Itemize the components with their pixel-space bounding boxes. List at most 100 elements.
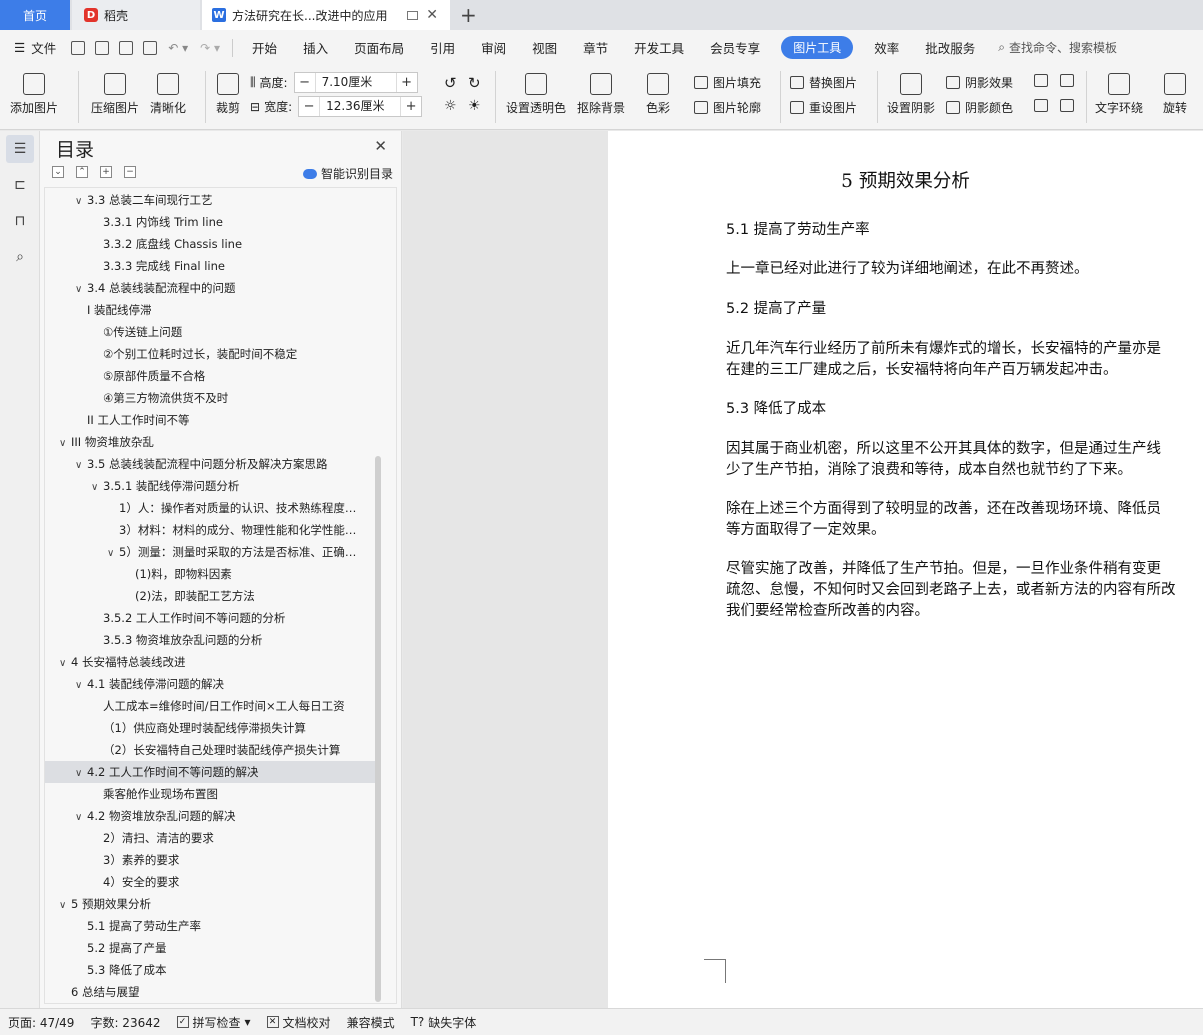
page-count[interactable]: 页面: 47/49: [0, 1014, 82, 1031]
menu-item-grading[interactable]: 批改服务: [912, 38, 988, 57]
chevron-down-icon[interactable]: ∨: [75, 763, 87, 783]
toc-item[interactable]: 2）清扫、清洁的要求: [45, 827, 381, 849]
close-tab-icon[interactable]: ✕: [426, 7, 438, 23]
tab-document[interactable]: W 方法研究在长...改进中的应用 ✕: [202, 0, 450, 30]
height-increase-button[interactable]: +: [397, 75, 417, 90]
file-menu[interactable]: ☰ 文件: [0, 38, 66, 57]
word-count[interactable]: 字数: 23642: [82, 1014, 168, 1031]
reset-image-button[interactable]: 重设图片: [790, 99, 857, 116]
save-icon[interactable]: [71, 40, 86, 55]
toc-item[interactable]: (1)料，即物料因素: [45, 563, 381, 585]
toc-item[interactable]: 1）人：操作者对质量的认识、技术熟练程度…: [45, 497, 381, 519]
toc-item[interactable]: ∨ 5）测量：测量时采取的方法是否标准、正确…: [45, 541, 381, 563]
menu-item-review[interactable]: 审阅: [468, 38, 519, 57]
toc-item[interactable]: 3）素养的要求: [45, 849, 381, 871]
compress-image-button[interactable]: 压缩图片: [91, 73, 139, 116]
toc-item[interactable]: 3.5.3 物资堆放杂乱问题的分析: [45, 629, 381, 651]
shadow-color-button[interactable]: 阴影颜色: [946, 99, 1013, 116]
missing-font-button[interactable]: T? 缺失字体: [403, 1014, 485, 1031]
height-decrease-button[interactable]: −: [295, 75, 315, 90]
toc-item[interactable]: (2)法，即装配工艺方法: [45, 585, 381, 607]
toc-item[interactable]: 3）材料：材料的成分、物理性能和化学性能…: [45, 519, 381, 541]
toc-item[interactable]: ∨ 4 长安福特总装线改进: [45, 651, 381, 673]
toc-item[interactable]: ∨ 5 预期效果分析: [45, 893, 381, 915]
chevron-down-icon[interactable]: ∨: [75, 191, 87, 211]
smart-toc-button[interactable]: 智能识别目录: [302, 165, 393, 182]
contrast-button[interactable]: ☀: [468, 98, 481, 114]
toc-item[interactable]: 4）安全的要求: [45, 871, 381, 893]
height-value[interactable]: 7.10厘米: [314, 73, 397, 92]
width-field[interactable]: −12.36厘米 +: [298, 96, 423, 117]
window-mode-icon[interactable]: [407, 10, 418, 20]
new-tab-button[interactable]: +: [460, 3, 477, 27]
set-transparent-button[interactable]: 设置透明色: [506, 73, 566, 116]
toc-item[interactable]: ∨ 4.2 物资堆放杂乱问题的解决: [45, 805, 381, 827]
height-field[interactable]: −7.10厘米 +: [293, 72, 418, 93]
text-wrap-button[interactable]: 文字环绕: [1095, 73, 1143, 116]
collapse-all-icon[interactable]: ⌄: [52, 166, 64, 178]
shadow-up-button[interactable]: [1034, 74, 1048, 87]
spell-check-button[interactable]: ✓ 拼写检查 ▾: [169, 1014, 259, 1031]
chevron-down-icon[interactable]: ∨: [75, 455, 87, 475]
rotate-button[interactable]: 旋转: [1163, 73, 1187, 116]
shadow-left-button[interactable]: [1034, 99, 1048, 112]
width-increase-button[interactable]: +: [401, 99, 421, 114]
toc-item[interactable]: II 工人工作时间不等: [45, 409, 381, 431]
chevron-down-icon[interactable]: ∨: [75, 675, 87, 695]
menu-item-reference[interactable]: 引用: [417, 38, 468, 57]
toc-item[interactable]: 5.2 提高了产量: [45, 937, 381, 959]
toc-scrollbar[interactable]: [375, 456, 381, 1002]
expand-up-icon[interactable]: ⌃: [76, 166, 88, 178]
find-icon[interactable]: ⌕: [10, 247, 30, 267]
print-icon[interactable]: [119, 40, 134, 55]
navigation-icon[interactable]: ⊏: [10, 175, 30, 195]
toc-item[interactable]: ∨ 4.2 工人工作时间不等问题的解决: [45, 761, 381, 783]
tab-daoke[interactable]: D 稻壳: [72, 0, 200, 30]
menu-item-developer[interactable]: 开发工具: [621, 38, 697, 57]
toc-item[interactable]: ∨ 3.5 总装线装配流程中问题分析及解决方案思路: [45, 453, 381, 475]
remove-background-button[interactable]: 抠除背景: [577, 73, 625, 116]
toc-item[interactable]: ∨ 3.5.1 装配线停滞问题分析: [45, 475, 381, 497]
preview-icon[interactable]: [143, 40, 158, 55]
brightness-button[interactable]: ☼: [444, 98, 457, 114]
toc-item[interactable]: I 装配线停滞: [45, 299, 381, 321]
image-fill-button[interactable]: 图片填充: [694, 74, 761, 91]
image-outline-button[interactable]: 图片轮廓: [694, 99, 761, 116]
toc-item[interactable]: 6 总结与展望: [45, 981, 381, 1003]
command-search[interactable]: ⌕ 查找命令、搜索模板: [988, 39, 1117, 56]
sharpen-button[interactable]: 清晰化: [150, 73, 186, 116]
toc-item[interactable]: 5.1 提高了劳动生产率: [45, 915, 381, 937]
replace-image-button[interactable]: 替换图片: [790, 74, 857, 91]
width-value[interactable]: 12.36厘米: [319, 97, 402, 116]
set-shadow-button[interactable]: 设置阴影: [887, 73, 935, 116]
proofread-button[interactable]: ✕ 文档校对: [259, 1014, 339, 1031]
redo-icon[interactable]: ↷ ▾: [200, 41, 220, 55]
chevron-down-icon[interactable]: ∨: [59, 895, 71, 915]
toc-item[interactable]: ∨ III 物资堆放杂乱: [45, 431, 381, 453]
toc-item[interactable]: ⑤原部件质量不合格: [45, 365, 381, 387]
menu-item-picture-tools[interactable]: 图片工具: [781, 36, 854, 59]
add-heading-icon[interactable]: +: [100, 166, 112, 178]
toc-panel-icon[interactable]: ☰: [6, 135, 34, 163]
toc-item[interactable]: ∨ 4.1 装配线停滞问题的解决: [45, 673, 381, 695]
toc-item[interactable]: ∨ 3.3 总装二车间现行工艺: [45, 189, 381, 211]
bookmark-icon[interactable]: ⊓: [10, 211, 30, 231]
toc-item[interactable]: 3.3.2 底盘线 Chassis line: [45, 233, 381, 255]
menu-item-insert[interactable]: 插入: [290, 38, 341, 57]
toc-item[interactable]: 3.3.1 内饰线 Trim line: [45, 211, 381, 233]
menu-item-view[interactable]: 视图: [519, 38, 570, 57]
chevron-down-icon[interactable]: ∨: [107, 543, 119, 563]
remove-heading-icon[interactable]: −: [124, 166, 136, 178]
toc-item[interactable]: ①传送链上问题: [45, 321, 381, 343]
toc-item[interactable]: ∨ 3.4 总装线装配流程中的问题: [45, 277, 381, 299]
menu-item-start[interactable]: 开始: [239, 38, 290, 57]
width-decrease-button[interactable]: −: [299, 99, 319, 114]
color-button[interactable]: 色彩: [646, 73, 670, 116]
toc-item[interactable]: 3.3.3 完成线 Final line: [45, 255, 381, 277]
chevron-down-icon[interactable]: ∨: [59, 433, 71, 453]
shadow-right-button[interactable]: [1060, 99, 1074, 112]
toc-item[interactable]: 3.5.2 工人工作时间不等问题的分析: [45, 607, 381, 629]
tab-home[interactable]: 首页: [0, 0, 70, 30]
chevron-down-icon[interactable]: ∨: [75, 279, 87, 299]
chevron-down-icon[interactable]: ∨: [91, 477, 103, 497]
